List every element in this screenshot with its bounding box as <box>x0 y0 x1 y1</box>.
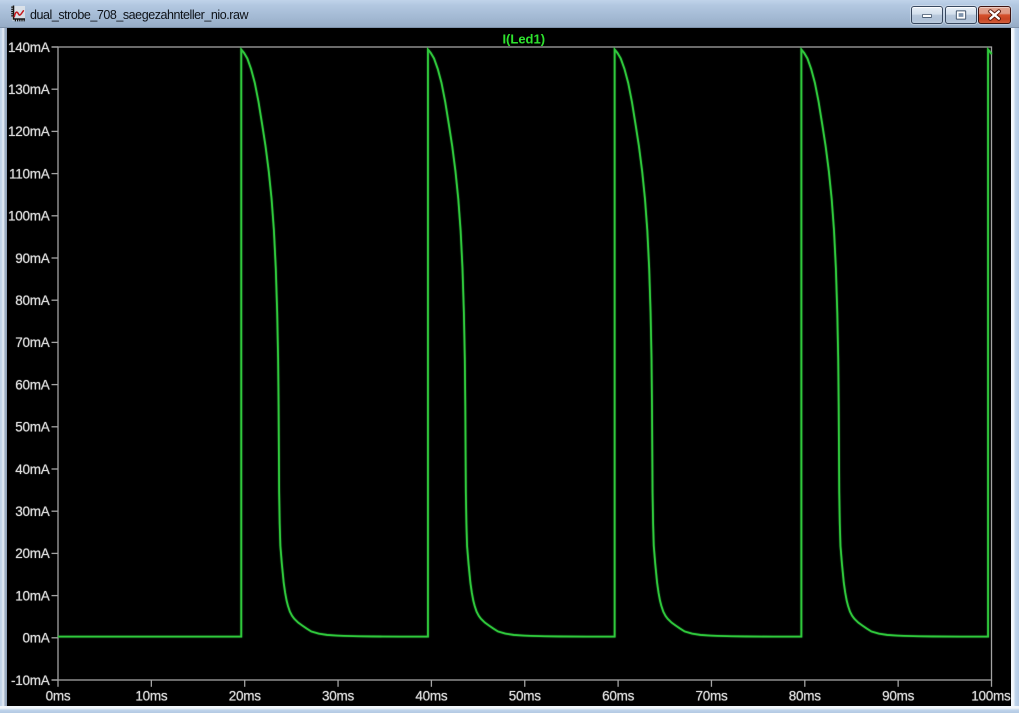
y-tick-label: 100mA <box>8 209 50 224</box>
x-tick-label: 90ms <box>882 689 915 704</box>
titlebar[interactable]: dual_strobe_708_saegezahnteller_nio.raw <box>0 0 1019 28</box>
y-tick-label: 50mA <box>15 420 50 435</box>
x-tick-label: 100ms <box>971 689 1011 704</box>
close-icon <box>988 9 1001 21</box>
ltspice-waveform-window: dual_strobe_708_saegezahnteller_nio.raw <box>0 0 1019 713</box>
minimize-button[interactable] <box>911 6 943 24</box>
y-tick-label: 60mA <box>15 377 50 392</box>
y-tick-label: -10mA <box>11 673 50 688</box>
waveform-pane[interactable]: 140mA 130mA 120mA 110mA 100mA 90mA 80mA 70mA 60m… <box>7 28 1011 706</box>
window-border-left <box>0 28 7 713</box>
close-button[interactable] <box>978 6 1011 24</box>
maximize-icon <box>955 10 967 20</box>
minimize-icon <box>922 14 932 18</box>
x-tick-label: 30ms <box>322 689 355 704</box>
waveform-file-icon <box>8 5 25 23</box>
y-tick-label: 120mA <box>8 124 50 139</box>
y-tick-label: 40mA <box>15 462 50 477</box>
y-tick-label: 20mA <box>15 546 50 561</box>
y-tick-label: 0mA <box>22 631 49 646</box>
x-tick-label: 10ms <box>135 689 168 704</box>
y-tick-label: 90mA <box>15 251 50 266</box>
x-tick-label: 0ms <box>46 689 71 704</box>
y-tick-label: 140mA <box>8 40 50 55</box>
y-tick-label: 70mA <box>15 335 50 350</box>
window-title: dual_strobe_708_saegezahnteller_nio.raw <box>30 8 249 22</box>
plot-box <box>57 46 993 681</box>
maximize-button[interactable] <box>945 6 977 24</box>
window-border-bottom <box>0 706 1019 713</box>
y-tick-label: 110mA <box>9 166 50 181</box>
x-tick-label: 70ms <box>695 689 728 704</box>
x-tick-label: 50ms <box>509 689 542 704</box>
plot-title: I(Led1) <box>502 32 545 47</box>
y-tick-label: 80mA <box>15 293 50 308</box>
x-tick-label: 80ms <box>789 689 822 704</box>
x-tick-label: 40ms <box>415 689 448 704</box>
window-border-right <box>1011 28 1019 713</box>
y-tick-label: 30mA <box>15 504 50 519</box>
y-tick-label: 10mA <box>15 588 50 603</box>
y-tick-label: 130mA <box>8 82 50 97</box>
waveform-plot: 140mA 130mA 120mA 110mA 100mA 90mA 80mA 70mA 60m… <box>8 32 1011 704</box>
x-tick-label: 60ms <box>602 689 635 704</box>
x-tick-label: 20ms <box>229 689 262 704</box>
